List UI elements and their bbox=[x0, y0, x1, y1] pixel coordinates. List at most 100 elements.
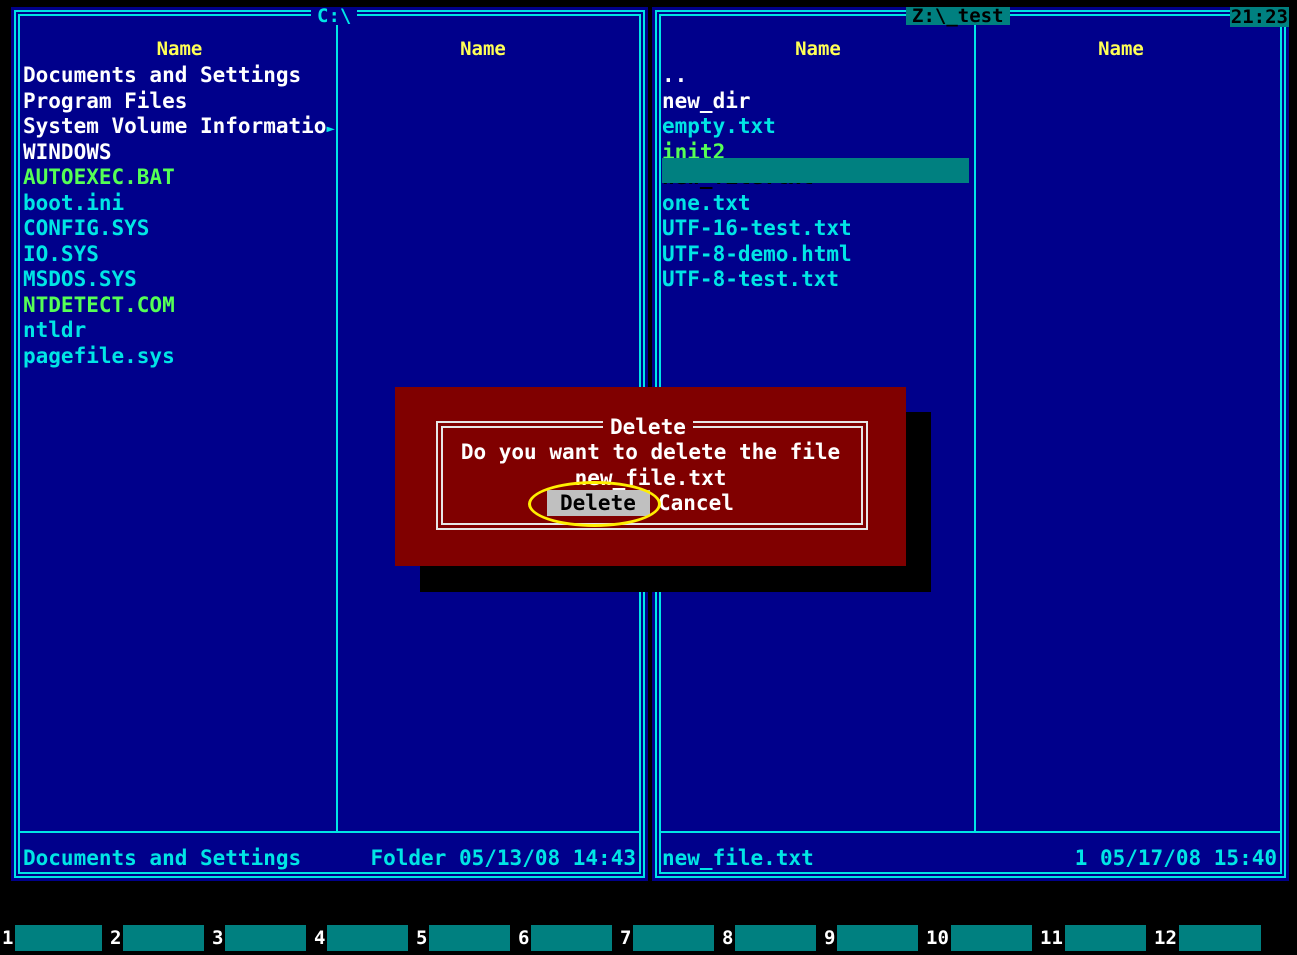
right-col-header-2[interactable]: Name bbox=[976, 38, 1266, 60]
right-status-name: new_file.txt bbox=[662, 846, 814, 870]
left-col-header-2[interactable]: Name bbox=[338, 38, 628, 60]
dialog-message: Do you want to delete the file bbox=[460, 440, 841, 464]
file-name: AUTOEXEC.BAT bbox=[23, 165, 175, 189]
file-name: UTF-8-test.txt bbox=[662, 267, 840, 291]
function-key-label bbox=[327, 925, 408, 951]
function-key-number: 3 bbox=[204, 925, 226, 951]
file-item[interactable]: ntldr bbox=[23, 318, 335, 344]
file-item[interactable]: WINDOWS bbox=[23, 140, 335, 166]
file-item[interactable]: Program Files bbox=[23, 89, 335, 115]
highlight-ring bbox=[528, 481, 661, 527]
function-key-12[interactable]: 12 bbox=[1146, 925, 1261, 951]
file-item[interactable]: pagefile.sys bbox=[23, 344, 335, 370]
file-name: UTF-16-test.txt bbox=[662, 216, 852, 240]
right-panel-path[interactable]: Z:\_test bbox=[906, 7, 1010, 26]
clock: 21:23 bbox=[1229, 6, 1289, 28]
function-key-number: 10 bbox=[918, 925, 951, 951]
dialog-filename: new_file.txt bbox=[574, 466, 727, 490]
file-item[interactable]: UTF-8-demo.html bbox=[662, 242, 852, 268]
right-status-info: 1 05/17/08 15:40 bbox=[1074, 846, 1277, 870]
file-name: WINDOWS bbox=[23, 139, 112, 164]
function-key-number: 5 bbox=[408, 925, 430, 951]
file-name: MSDOS.SYS bbox=[23, 267, 137, 291]
name-overflow-arrow-icon: ► bbox=[326, 121, 335, 137]
file-item[interactable]: UTF-8-test.txt bbox=[662, 267, 852, 293]
function-key-8[interactable]: 8 bbox=[714, 925, 816, 951]
file-item[interactable]: boot.ini bbox=[23, 191, 335, 217]
file-item[interactable]: .. bbox=[662, 63, 852, 89]
left-col-header-1[interactable]: Name bbox=[23, 38, 336, 60]
file-item[interactable]: CONFIG.SYS bbox=[23, 216, 335, 242]
function-key-label bbox=[225, 925, 306, 951]
left-status-name: Documents and Settings bbox=[23, 846, 302, 870]
delete-dialog: Delete Do you want to delete the file ne… bbox=[395, 387, 906, 566]
left-file-list: Documents and Settings Program Files Syste… bbox=[23, 63, 335, 369]
file-name: IO.SYS bbox=[23, 241, 99, 266]
function-key-11[interactable]: 11 bbox=[1032, 925, 1146, 951]
function-key-number: 6 bbox=[510, 925, 532, 951]
function-key-10[interactable]: 10 bbox=[918, 925, 1032, 951]
file-item[interactable]: UTF-16-test.txt bbox=[662, 216, 852, 242]
file-name: empty.txt bbox=[662, 114, 776, 138]
right-column-separator bbox=[974, 14, 976, 833]
function-key-number: 12 bbox=[1146, 925, 1179, 951]
function-key-6[interactable]: 6 bbox=[510, 925, 612, 951]
function-key-number: 11 bbox=[1032, 925, 1065, 951]
function-key-label bbox=[735, 925, 816, 951]
file-item[interactable]: IO.SYS bbox=[23, 242, 335, 268]
file-item[interactable]: MSDOS.SYS bbox=[23, 267, 335, 293]
file-item[interactable]: one.txt bbox=[662, 191, 852, 217]
selection-cursor bbox=[662, 158, 969, 183]
right-col-header-1[interactable]: Name bbox=[662, 38, 974, 60]
right-status-separator bbox=[659, 831, 1282, 833]
function-key-2[interactable]: 2 bbox=[102, 925, 204, 951]
function-key-label bbox=[950, 925, 1032, 951]
file-name: new_dir bbox=[662, 88, 751, 113]
file-name: Documents and Settings bbox=[23, 63, 302, 87]
left-status-separator bbox=[18, 831, 641, 833]
file-name: CONFIG.SYS bbox=[23, 216, 150, 240]
file-manager-screen: C:\ Name Name Documents and Settings Prog… bbox=[0, 0, 1297, 955]
dialog-title: Delete bbox=[603, 414, 693, 440]
file-name: boot.ini bbox=[23, 190, 125, 215]
function-key-label bbox=[15, 925, 102, 951]
function-key-3[interactable]: 3 bbox=[204, 925, 306, 951]
function-key-label bbox=[123, 925, 204, 951]
left-status-info: Folder 05/13/08 14:43 bbox=[370, 846, 636, 870]
file-item[interactable]: Documents and Settings bbox=[23, 63, 335, 89]
file-name: pagefile.sys bbox=[23, 343, 175, 368]
file-item[interactable]: AUTOEXEC.BAT bbox=[23, 165, 335, 191]
file-item[interactable]: empty.txt bbox=[662, 114, 852, 140]
file-item[interactable]: NTDETECT.COM bbox=[23, 293, 335, 319]
file-name: Program Files bbox=[23, 88, 188, 113]
function-key-label bbox=[633, 925, 714, 951]
file-name: System Volume Informatio bbox=[23, 114, 327, 138]
function-key-label bbox=[1178, 925, 1261, 951]
function-key-number: 4 bbox=[306, 925, 328, 951]
file-item[interactable]: new_dir bbox=[662, 89, 852, 115]
file-name: UTF-8-demo.html bbox=[662, 241, 852, 266]
left-status-line: Documents and Settings Folder 05/13/08 1… bbox=[23, 843, 636, 873]
function-key-5[interactable]: 5 bbox=[408, 925, 510, 951]
function-key-label bbox=[1064, 925, 1146, 951]
left-panel-path[interactable]: C:\ bbox=[311, 7, 358, 26]
function-key-number: 1 bbox=[0, 925, 16, 951]
function-key-7[interactable]: 7 bbox=[612, 925, 714, 951]
file-item[interactable]: System Volume Informatio► bbox=[23, 114, 335, 140]
function-key-label bbox=[429, 925, 510, 951]
left-column-separator bbox=[336, 14, 338, 833]
function-key-9[interactable]: 9 bbox=[816, 925, 918, 951]
function-key-4[interactable]: 4 bbox=[306, 925, 408, 951]
right-status-line: new_file.txt 1 05/17/08 15:40 bbox=[662, 843, 1277, 873]
function-key-number: 9 bbox=[816, 925, 838, 951]
function-key-number: 8 bbox=[714, 925, 736, 951]
function-key-number: 7 bbox=[612, 925, 634, 951]
function-key-label bbox=[837, 925, 918, 951]
function-key-label bbox=[531, 925, 612, 951]
file-name: .. bbox=[662, 63, 688, 87]
cancel-button[interactable]: Cancel bbox=[658, 490, 734, 516]
file-name: NTDETECT.COM bbox=[23, 292, 175, 317]
function-key-number: 2 bbox=[102, 925, 124, 951]
file-name: one.txt bbox=[662, 190, 751, 215]
function-key-1[interactable]: 1 bbox=[0, 925, 102, 951]
